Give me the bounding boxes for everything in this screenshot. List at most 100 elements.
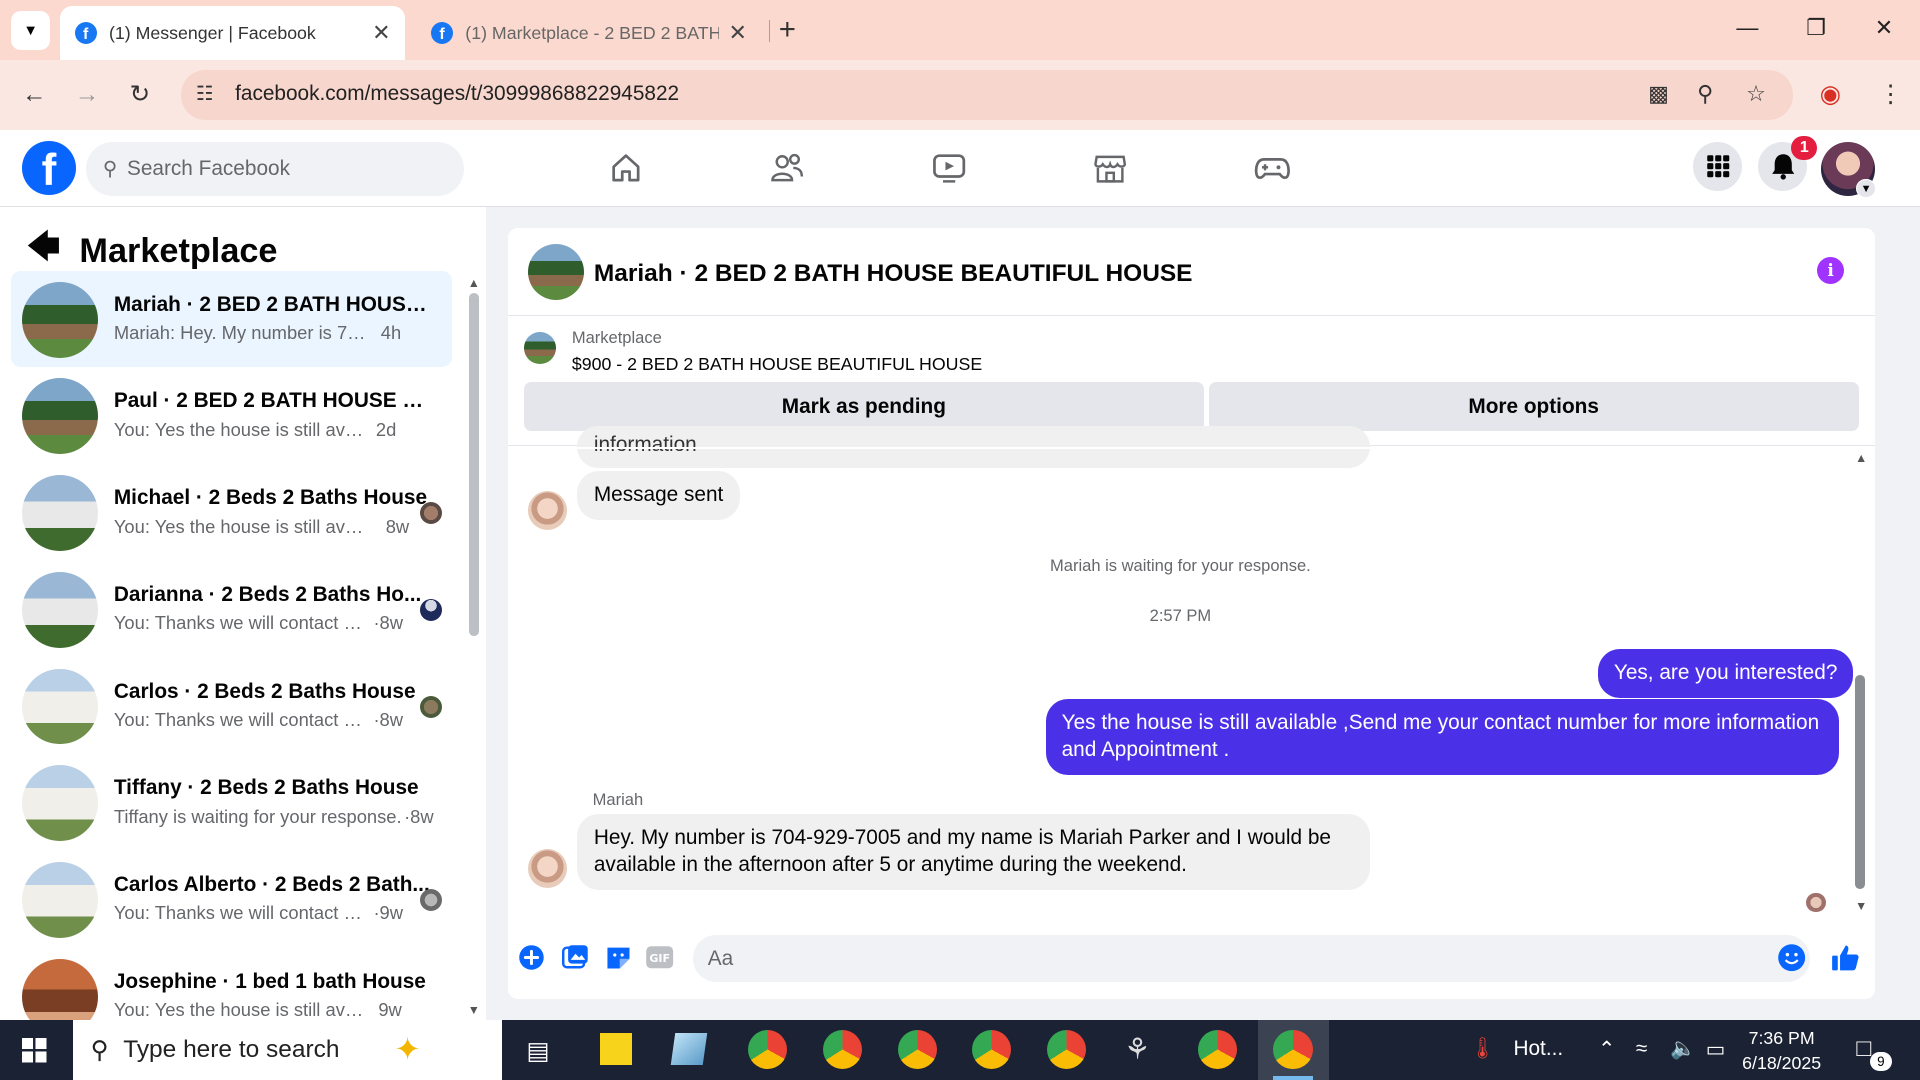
window-close-button[interactable]: ✕ xyxy=(1875,15,1893,41)
listing-price-title[interactable]: $900 - 2 BED 2 BATH HOUSE BEAUTIFUL HOUS… xyxy=(572,354,982,375)
search-placeholder: Search Facebook xyxy=(126,156,290,180)
avatar xyxy=(22,378,98,455)
back-arrow-icon[interactable]: 🡄 xyxy=(27,224,60,278)
url-text[interactable]: facebook.com/messages/t/3099986882294582… xyxy=(235,82,679,106)
emoji-icon[interactable] xyxy=(1777,943,1806,972)
menu-icon[interactable]: ⋮ xyxy=(1878,80,1902,109)
watch-video-icon[interactable] xyxy=(931,149,968,186)
message-area-top-edge xyxy=(508,446,1853,450)
marketplace-icon[interactable] xyxy=(1092,149,1129,186)
chrome-icon[interactable] xyxy=(748,1029,788,1069)
bookmark-star-icon[interactable]: ☆ xyxy=(1746,81,1766,107)
mark-as-pending-button[interactable]: Mark as pending xyxy=(524,382,1204,431)
windows-start-icon[interactable] xyxy=(22,1038,47,1068)
plus-icon[interactable] xyxy=(517,943,546,972)
minimize-button[interactable]: — xyxy=(1736,15,1758,41)
conversation-item[interactable]: Carlos Alberto · 2 Beds 2 Bath... You: T… xyxy=(11,851,452,948)
forward-button[interactable]: → xyxy=(75,80,99,109)
battery-icon[interactable]: ▭ xyxy=(1706,1037,1726,1062)
chevron-up-icon[interactable]: ⌃ xyxy=(1598,1037,1615,1062)
weather-text[interactable]: Hot... xyxy=(1513,1037,1563,1061)
search-input[interactable]: ⚲ Search Facebook xyxy=(85,142,465,196)
chat-title[interactable]: Mariah · 2 BED 2 BATH HOUSE BEAUTIFUL HO… xyxy=(594,260,1193,288)
paint-app-icon[interactable]: ⚘ xyxy=(1124,1032,1150,1067)
conversation-item[interactable]: Tiffany · 2 Beds 2 Baths House Tiffany i… xyxy=(11,754,452,851)
taskbar-clock[interactable]: 7:36 PM 6/18/2025 xyxy=(1727,1026,1837,1075)
conversation-item[interactable]: Michael · 2 Beds 2 Baths House You: Yes … xyxy=(11,464,452,561)
chrome-icon[interactable] xyxy=(1046,1029,1087,1069)
sticker-icon[interactable] xyxy=(604,943,633,972)
chat-avatar[interactable] xyxy=(527,243,585,300)
facebook-logo-icon[interactable]: f xyxy=(22,140,76,195)
zoom-icon[interactable]: ⚲ xyxy=(1697,81,1713,107)
home-icon[interactable] xyxy=(607,149,644,186)
conversation-name: Paul · 2 BED 2 BATH HOUSE BEA... xyxy=(113,389,435,413)
site-info-icon[interactable]: ☷ xyxy=(196,82,214,106)
clock-time: 7:36 PM xyxy=(1748,1028,1815,1049)
windows-taskbar: ⚲ Type here to search ✦ ▤ ⚘ 🌡 Hot... ⌃ ≈… xyxy=(0,1020,1920,1080)
scroll-up-icon[interactable]: ▲ xyxy=(468,276,480,290)
marketplace-chats-panel: 🡄 Marketplace Mariah · 2 BED 2 BATH HOUS… xyxy=(0,206,487,1035)
photo-icon[interactable] xyxy=(561,943,590,972)
notification-center-icon[interactable]: □ xyxy=(1856,1035,1871,1063)
sticky-notes-icon[interactable] xyxy=(600,1033,632,1066)
chrome-icon[interactable] xyxy=(897,1029,937,1069)
gif-icon[interactable]: GIF xyxy=(645,943,674,972)
volume-icon[interactable]: 🔈 xyxy=(1670,1037,1696,1061)
contact-avatar[interactable] xyxy=(527,491,567,531)
scroll-down-icon[interactable]: ▼ xyxy=(1855,899,1867,913)
avatar xyxy=(22,571,98,648)
panel-header: 🡄 Marketplace xyxy=(27,224,278,278)
tab-marketplace[interactable]: f (1) Marketplace - 2 BED 2 BATH ✕ xyxy=(416,6,761,60)
seen-avatar xyxy=(419,502,443,525)
chrome-icon[interactable] xyxy=(1197,1029,1237,1069)
thermometer-icon[interactable]: 🌡 xyxy=(1469,1037,1495,1061)
profile-icon[interactable]: ◉ xyxy=(1820,80,1841,109)
waiting-note: Mariah is waiting for your response. xyxy=(1050,555,1311,575)
taskbar-search[interactable]: ⚲ Type here to search ✦ xyxy=(73,1020,503,1080)
conversation-item[interactable]: Mariah · 2 BED 2 BATH HOUSE ... Mariah: … xyxy=(11,270,452,368)
wifi-icon[interactable]: ≈ xyxy=(1636,1037,1647,1061)
conversation-item[interactable]: Carlos · 2 Beds 2 Baths House You: Thank… xyxy=(11,658,452,755)
conversation-name: Tiffany · 2 Beds 2 Baths House xyxy=(113,776,419,800)
chrome-icon[interactable] xyxy=(972,1029,1012,1069)
active-indicator xyxy=(1273,1076,1313,1080)
notification-count-badge: 9 xyxy=(1869,1051,1892,1072)
reload-button[interactable]: ↻ xyxy=(130,80,151,109)
close-icon[interactable]: ✕ xyxy=(372,20,390,46)
contact-avatar[interactable] xyxy=(527,848,567,888)
chrome-icon[interactable] xyxy=(1273,1029,1313,1069)
conversation-preview: You: Thanks we will contact you... ·9w xyxy=(113,902,404,924)
conversation-preview: You: Yes the house is still availa... 8w xyxy=(113,515,410,537)
close-icon[interactable]: ✕ xyxy=(728,20,746,46)
avatar xyxy=(22,862,98,938)
gaming-icon[interactable] xyxy=(1254,149,1291,186)
listing-thumbnail[interactable] xyxy=(524,331,556,364)
sidebar-scrollbar[interactable] xyxy=(468,292,479,636)
tab-search-button[interactable]: ▼ xyxy=(11,11,51,51)
scroll-down-icon[interactable]: ▼ xyxy=(468,1003,480,1017)
info-icon[interactable]: i xyxy=(1817,257,1845,285)
conversation-preview: Mariah: Hey. My number is 704-92...4h xyxy=(113,322,402,344)
back-button[interactable]: ← xyxy=(22,80,46,109)
thumbs-up-icon[interactable] xyxy=(1831,943,1860,972)
conversation-item[interactable]: Darianna · 2 Beds 2 Baths Ho... You: Tha… xyxy=(11,561,452,658)
notepad-app-icon[interactable] xyxy=(671,1033,708,1066)
tab-messenger[interactable]: f (1) Messenger | Facebook ✕ xyxy=(60,6,406,60)
restore-button[interactable]: ❐ xyxy=(1806,15,1826,41)
address-bar[interactable]: ☷ facebook.com/messages/t/30999868822945… xyxy=(181,69,1793,120)
more-options-button[interactable]: More options xyxy=(1208,382,1859,431)
tab-title: (1) Messenger | Facebook xyxy=(108,22,316,43)
outgoing-message: Yes, are you interested? xyxy=(1597,648,1854,698)
chat-scrollbar[interactable] xyxy=(1855,674,1865,889)
task-view-icon[interactable]: ▤ xyxy=(527,1036,550,1066)
install-app-icon[interactable]: ▩ xyxy=(1648,81,1669,107)
friends-icon[interactable] xyxy=(769,149,806,186)
menu-grid-icon[interactable] xyxy=(1693,142,1743,191)
chevron-down-icon[interactable]: ▼ xyxy=(1856,178,1876,199)
scroll-up-icon[interactable]: ▲ xyxy=(1855,451,1867,465)
chrome-icon[interactable] xyxy=(822,1029,863,1069)
message-input[interactable]: Aa xyxy=(693,935,1810,982)
conversation-item[interactable]: Paul · 2 BED 2 BATH HOUSE BEA... You: Ye… xyxy=(11,367,452,464)
new-tab-button[interactable]: + xyxy=(779,14,796,44)
